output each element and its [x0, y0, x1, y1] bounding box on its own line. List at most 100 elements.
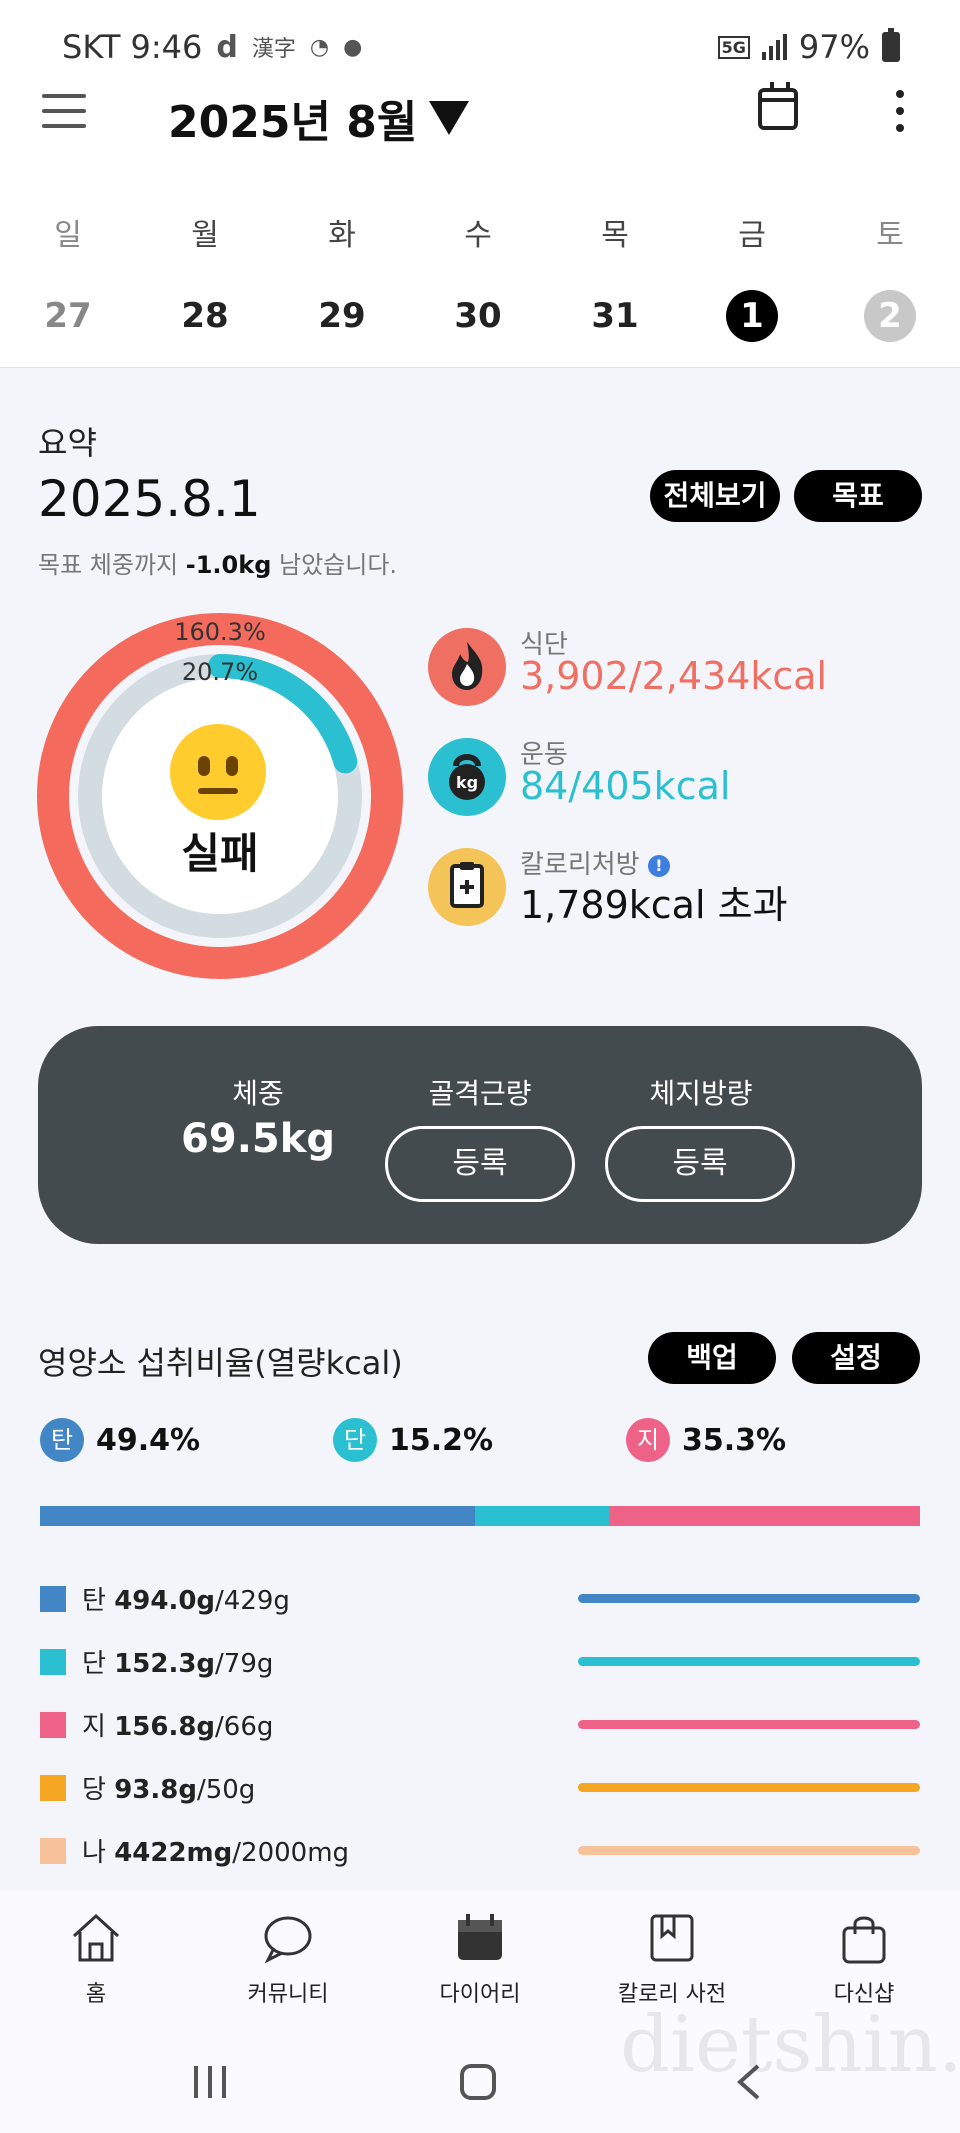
date-number: 1 — [726, 290, 778, 342]
muscle-register-button[interactable]: 등록 — [385, 1126, 575, 1202]
status-text: 실패 — [181, 829, 259, 878]
macro-ratio-value: 35.3% — [682, 1422, 787, 1458]
book-icon — [650, 1914, 694, 1962]
battery-percent: 97% — [798, 28, 870, 66]
nutrient-row[interactable]: 탄 494.0g/429g — [40, 1578, 920, 1618]
month-title: 2025년 8월 — [168, 97, 418, 148]
ratio-bar — [40, 1506, 920, 1526]
nutrient-swatch — [40, 1775, 66, 1801]
date-number: 27 — [44, 296, 92, 336]
stat-value: 84/405kcal — [520, 764, 731, 808]
app-icon: ◔ — [309, 34, 330, 60]
nutrient-name: 지 — [82, 1712, 106, 1742]
summary-label: 요약 — [38, 424, 97, 462]
date-cell[interactable]: 27 — [28, 290, 108, 342]
date-cell[interactable]: 30 — [438, 290, 518, 342]
menu-icon[interactable] — [42, 94, 86, 128]
nav-diary[interactable]: 다이어리 — [384, 1910, 576, 2008]
nav-shop[interactable]: 다신샵 — [768, 1910, 960, 2008]
backup-button[interactable]: 백업 — [648, 1332, 776, 1384]
nutrient-amount: 152.3g — [114, 1649, 216, 1679]
nutrient-row[interactable]: 나 4422mg/2000mg — [40, 1830, 920, 1870]
signal-icon — [761, 34, 787, 60]
goal-button[interactable]: 목표 — [794, 470, 922, 522]
nutrient-target: /429g — [215, 1586, 290, 1616]
nav-label: 홈 — [85, 1982, 107, 2007]
macro-badge: 탄 — [40, 1418, 84, 1462]
fat-register-button[interactable]: 등록 — [605, 1126, 795, 1202]
recent-apps-button[interactable] — [190, 2062, 230, 2112]
weight-value[interactable]: 69.5kg — [158, 1116, 358, 1162]
network-label: 5G — [717, 35, 750, 59]
goal-remaining-text: 목표 체중까지 -1.0kg 남았습니다. — [38, 551, 398, 579]
more-options-icon[interactable] — [896, 90, 906, 134]
clipboard-icon — [428, 848, 506, 926]
hanja-icon: 漢字 — [251, 37, 296, 62]
notification-icons: d — [216, 29, 238, 65]
calorie-ring: 160.3% 20.7% 실패 — [36, 612, 404, 980]
nutrient-name: 당 — [82, 1775, 106, 1805]
fire-icon — [428, 628, 506, 706]
summary-date: 2025.8.1 — [38, 470, 261, 528]
nutrient-target: /66g — [215, 1712, 274, 1742]
nutrient-name: 탄 — [82, 1586, 106, 1616]
nutrient-amount: 156.8g — [114, 1712, 216, 1742]
nutrient-amount: 93.8g — [114, 1775, 197, 1805]
calendar-icon[interactable] — [758, 82, 798, 130]
nav-calorie-dictionary[interactable]: 칼로리 사전 — [576, 1910, 768, 2008]
nutrient-amount: 4422mg — [114, 1838, 233, 1868]
date-number: 29 — [318, 296, 366, 336]
stat-diet[interactable]: 식단 3,902/2,434kcal — [428, 628, 868, 708]
day-name: 수 — [464, 218, 492, 253]
ratio-segment — [609, 1506, 920, 1526]
nutrient-name: 단 — [82, 1649, 106, 1679]
top-section: SKT 9:46 d 漢字 ◔ ● 5G 97% 2025년 8월 일 월 화 수 목 금… — [0, 0, 960, 368]
date-cell[interactable]: 29 — [302, 290, 382, 342]
macro-badge: 지 — [626, 1418, 670, 1462]
stat-value: 3,902/2,434kcal — [520, 654, 828, 698]
svg-text:kg: kg — [456, 773, 478, 792]
nutrient-text: 지 156.8g/66g — [82, 1706, 273, 1743]
nutrient-bar — [578, 1594, 920, 1603]
day-name: 화 — [328, 218, 356, 253]
weight-label: 체중 — [232, 1077, 284, 1110]
date-cell[interactable]: 2 — [850, 290, 930, 342]
date-cell[interactable]: 31 — [575, 290, 655, 342]
home-system-button[interactable] — [458, 2062, 498, 2112]
stat-exercise[interactable]: kg 운동 84/405kcal — [428, 738, 868, 818]
nutrient-swatch — [40, 1586, 66, 1612]
nutrient-row[interactable]: 단 152.3g/79g — [40, 1641, 920, 1681]
month-selector[interactable]: 2025년 8월 — [168, 86, 470, 150]
date-cell[interactable]: 1 — [712, 290, 792, 342]
carrier-time: SKT 9:46 — [62, 28, 203, 66]
macro-ratio-value: 15.2% — [389, 1422, 494, 1458]
settings-button[interactable]: 설정 — [792, 1332, 920, 1384]
status-bar: SKT 9:46 d 漢字 ◔ ● 5G 97% — [62, 28, 900, 68]
nutrient-row[interactable]: 지 156.8g/66g — [40, 1704, 920, 1744]
nutrient-text: 탄 494.0g/429g — [82, 1580, 290, 1617]
date-number: 31 — [591, 296, 639, 336]
nutrient-name: 나 — [82, 1838, 106, 1868]
nav-home[interactable]: 홈 — [0, 1910, 192, 2008]
nutrition-title: 영양소 섭취비율(열량kcal) — [38, 1344, 403, 1382]
nutrient-target: /50g — [196, 1775, 256, 1805]
macro-ratio: 지 35.3% — [626, 1418, 786, 1462]
view-all-button[interactable]: 전체보기 — [650, 470, 780, 522]
app-header: 2025년 8월 — [0, 80, 960, 150]
date-number: 30 — [454, 296, 502, 336]
outer-percent: 160.3% — [174, 618, 266, 646]
nav-label: 커뮤니티 — [247, 1982, 329, 2007]
nutrient-bar — [578, 1783, 920, 1792]
date-cell[interactable]: 28 — [165, 290, 245, 342]
stat-calorie-prescription[interactable]: 칼로리처방 ! 1,789kcal 초과 — [428, 848, 868, 928]
nav-community[interactable]: 커뮤니티 — [192, 1910, 384, 2008]
watermark: dietshin.com — [620, 2000, 960, 2090]
nutrient-target: /2000mg — [232, 1838, 350, 1868]
nutrient-text: 당 93.8g/50g — [82, 1769, 255, 1806]
ratio-segment — [40, 1506, 476, 1526]
muscle-label: 골격근량 — [428, 1077, 532, 1110]
inner-percent: 20.7% — [181, 658, 259, 686]
macro-badge: 단 — [333, 1418, 377, 1462]
day-name: 월 — [191, 218, 219, 253]
nutrient-row[interactable]: 당 93.8g/50g — [40, 1767, 920, 1807]
